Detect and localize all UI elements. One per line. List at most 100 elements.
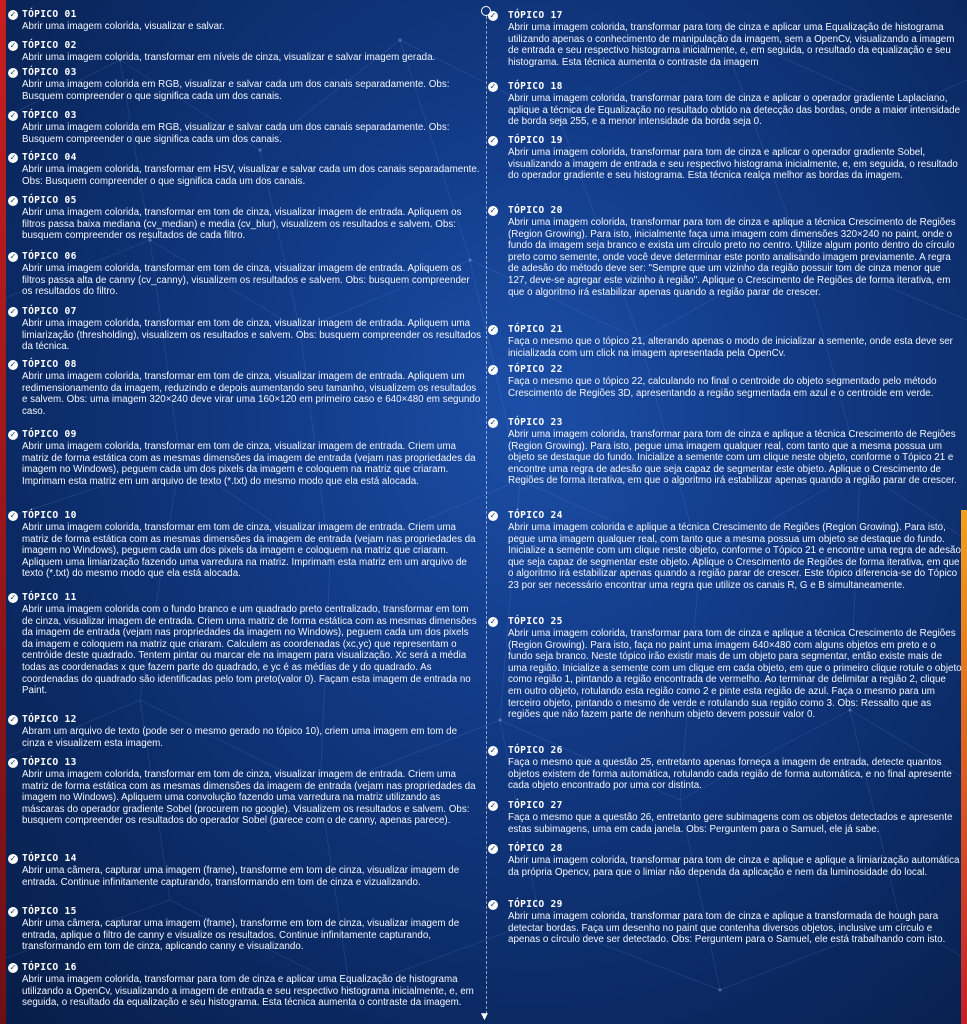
topic-title: TÓPICO 28 xyxy=(508,843,563,854)
topic-description: Abrir uma imagem colorida, transformar e… xyxy=(22,263,470,298)
check-circle-icon: ✓ xyxy=(8,593,18,603)
topic-title: TÓPICO 23 xyxy=(508,417,563,428)
check-circle-icon: ✓ xyxy=(8,41,18,51)
topic-description: Abrir uma imagem colorida, transformar p… xyxy=(508,22,955,68)
topic-title: TÓPICO 09 xyxy=(22,429,77,440)
check-circle-icon: ✓ xyxy=(8,307,18,317)
topic-title: TÓPICO 24 xyxy=(508,510,563,521)
topic-header: ✓ TÓPICO 26 xyxy=(488,745,962,757)
check-circle-icon: ✓ xyxy=(8,854,18,864)
check-circle-icon: ✓ xyxy=(8,360,18,370)
topic-title: TÓPICO 07 xyxy=(22,306,77,317)
timeline-arrow-down-icon: ▼ xyxy=(481,1012,488,1022)
topic-item: ✓ TÓPICO 03 Abrir uma imagem colorida em R… xyxy=(8,67,482,102)
topic-description: Abrir uma imagem colorida, transformar e… xyxy=(22,318,482,353)
topic-item: ✓ TÓPICO 13 Abrir uma imagem colorida, tra… xyxy=(8,757,482,827)
topic-header: ✓ TÓPICO 24 xyxy=(488,510,962,522)
topic-title: TÓPICO 14 xyxy=(22,853,77,864)
topic-description: Faça o mesmo que a questão 25, entretant… xyxy=(508,757,952,792)
topic-header: ✓ TÓPICO 03 xyxy=(8,67,482,79)
check-circle-icon: ✓ xyxy=(488,617,498,627)
topic-header: ✓ TÓPICO 21 xyxy=(488,324,962,336)
topic-item: ✓ TÓPICO 10 Abrir uma imagem colorida, tr… xyxy=(8,510,482,580)
check-circle-icon: ✓ xyxy=(8,196,18,206)
topic-title: TÓPICO 03 xyxy=(22,110,77,121)
topic-item: ✓ TÓPICO 21 Faça o mesmo que o tópico 21, … xyxy=(488,324,962,359)
topic-item: ✓ TÓPICO 01 Abrir uma imagem colorida, vis… xyxy=(8,9,482,33)
topic-header: ✓ TÓPICO 23 xyxy=(488,417,962,429)
topic-title: TÓPICO 02 xyxy=(22,40,77,51)
topic-item: ✓ TÓPICO 19 Abrir uma imagem colorida, tra… xyxy=(488,135,962,182)
topic-title: TÓPICO 27 xyxy=(508,800,563,811)
topic-item: ✓ TÓPICO 07 Abrir uma imagem colorida, tra… xyxy=(8,306,482,353)
topic-description: Abrir uma imagem colorida, transformar p… xyxy=(508,855,960,878)
topic-header: ✓ TÓPICO 16 xyxy=(8,962,482,974)
topic-description: Abrir uma imagem colorida, transformar p… xyxy=(508,628,962,721)
check-circle-icon: ✓ xyxy=(8,715,18,725)
topic-description: Abrir uma imagem colorida em RGB, visual… xyxy=(22,79,450,102)
topic-title: TÓPICO 06 xyxy=(22,251,77,262)
topic-title: TÓPICO 17 xyxy=(508,10,563,21)
check-circle-icon: ✓ xyxy=(488,418,498,428)
topic-title: TÓPICO 08 xyxy=(22,359,77,370)
topic-description: Abrir uma imagem colorida e aplique a té… xyxy=(508,522,961,591)
topic-description: Abrir uma imagem colorida, transformar p… xyxy=(508,911,946,946)
topic-header: ✓ TÓPICO 28 xyxy=(488,843,962,855)
topic-description: Faça o mesmo que a questão 26, entretant… xyxy=(508,812,953,835)
topic-item: ✓ TÓPICO 18 Abrir uma imagem colorida, tra… xyxy=(488,81,962,128)
check-circle-icon: ✓ xyxy=(488,511,498,521)
topic-header: ✓ TÓPICO 08 xyxy=(8,359,482,371)
check-circle-icon: ✓ xyxy=(488,365,498,375)
topic-description: Faça o mesmo que o tópico 22, calculando… xyxy=(508,376,937,399)
check-circle-icon: ✓ xyxy=(8,963,18,973)
topic-header: ✓ TÓPICO 22 xyxy=(488,364,962,376)
topic-header: ✓ TÓPICO 20 xyxy=(488,205,962,217)
check-circle-icon: ✓ xyxy=(8,111,18,121)
topic-header: ✓ TÓPICO 02 xyxy=(8,40,482,52)
check-circle-icon: ✓ xyxy=(488,11,498,21)
check-circle-icon: ✓ xyxy=(488,746,498,756)
topic-header: ✓ TÓPICO 29 xyxy=(488,899,962,911)
topic-item: ✓ TÓPICO 22 Faça o mesmo que o tópico 22, … xyxy=(488,364,962,399)
check-circle-icon: ✓ xyxy=(488,325,498,335)
topic-item: ✓ TÓPICO 15 Abrir uma câmera, capturar uma… xyxy=(8,906,482,953)
check-circle-icon: ✓ xyxy=(8,10,18,20)
check-circle-icon: ✓ xyxy=(8,907,18,917)
topic-header: ✓ TÓPICO 04 xyxy=(8,152,482,164)
topic-title: TÓPICO 15 xyxy=(22,906,77,917)
topic-title: TÓPICO 04 xyxy=(22,152,77,163)
topic-description: Abram um arquivo de texto (pode ser o me… xyxy=(22,726,458,749)
topic-title: TÓPICO 05 xyxy=(22,195,77,206)
topic-description: Abrir uma imagem colorida, transformar p… xyxy=(508,93,961,128)
topic-item: ✓ TÓPICO 16 Abrir uma imagem colorida, tra… xyxy=(8,962,482,1009)
topic-title: TÓPICO 10 xyxy=(22,510,77,521)
topic-description: Abrir uma imagem colorida, transformar e… xyxy=(22,371,481,417)
topic-description: Abrir uma imagem colorida, visualizar e … xyxy=(22,21,225,32)
check-circle-icon: ✓ xyxy=(488,844,498,854)
topic-header: ✓ TÓPICO 14 xyxy=(8,853,482,865)
check-circle-icon: ✓ xyxy=(488,82,498,92)
topic-title: TÓPICO 26 xyxy=(508,745,563,756)
topic-title: TÓPICO 13 xyxy=(22,757,77,768)
topic-description: Abrir uma imagem colorida, transformar e… xyxy=(22,522,476,580)
topic-description: Abrir uma imagem colorida, transformar e… xyxy=(22,441,476,487)
left-accent-bar xyxy=(0,0,6,1024)
topic-description: Abrir uma imagem colorida, transformar e… xyxy=(22,164,480,187)
topic-item: ✓ TÓPICO 17 Abrir uma imagem colorida, tra… xyxy=(488,10,962,68)
topic-description: Abrir uma imagem colorida, transformar e… xyxy=(22,207,462,242)
topic-header: ✓ TÓPICO 03 xyxy=(8,110,482,122)
check-circle-icon: ✓ xyxy=(8,153,18,163)
topic-title: TÓPICO 22 xyxy=(508,364,563,375)
topic-title: TÓPICO 03 xyxy=(22,67,77,78)
topic-header: ✓ TÓPICO 19 xyxy=(488,135,962,147)
topic-description: Abrir uma câmera, capturar uma imagem (f… xyxy=(22,865,460,888)
topic-item: ✓ TÓPICO 25 Abrir uma imagem colorida, tra… xyxy=(488,616,962,721)
topic-item: ✓ TÓPICO 06 Abrir uma imagem colorida, tra… xyxy=(8,251,482,298)
topic-header: ✓ TÓPICO 15 xyxy=(8,906,482,918)
topic-description: Abrir uma câmera, capturar uma imagem (f… xyxy=(22,918,460,953)
check-circle-icon: ✓ xyxy=(488,900,498,910)
topic-header: ✓ TÓPICO 25 xyxy=(488,616,962,628)
topic-title: TÓPICO 12 xyxy=(22,714,77,725)
check-circle-icon: ✓ xyxy=(488,206,498,216)
check-circle-icon: ✓ xyxy=(488,801,498,811)
